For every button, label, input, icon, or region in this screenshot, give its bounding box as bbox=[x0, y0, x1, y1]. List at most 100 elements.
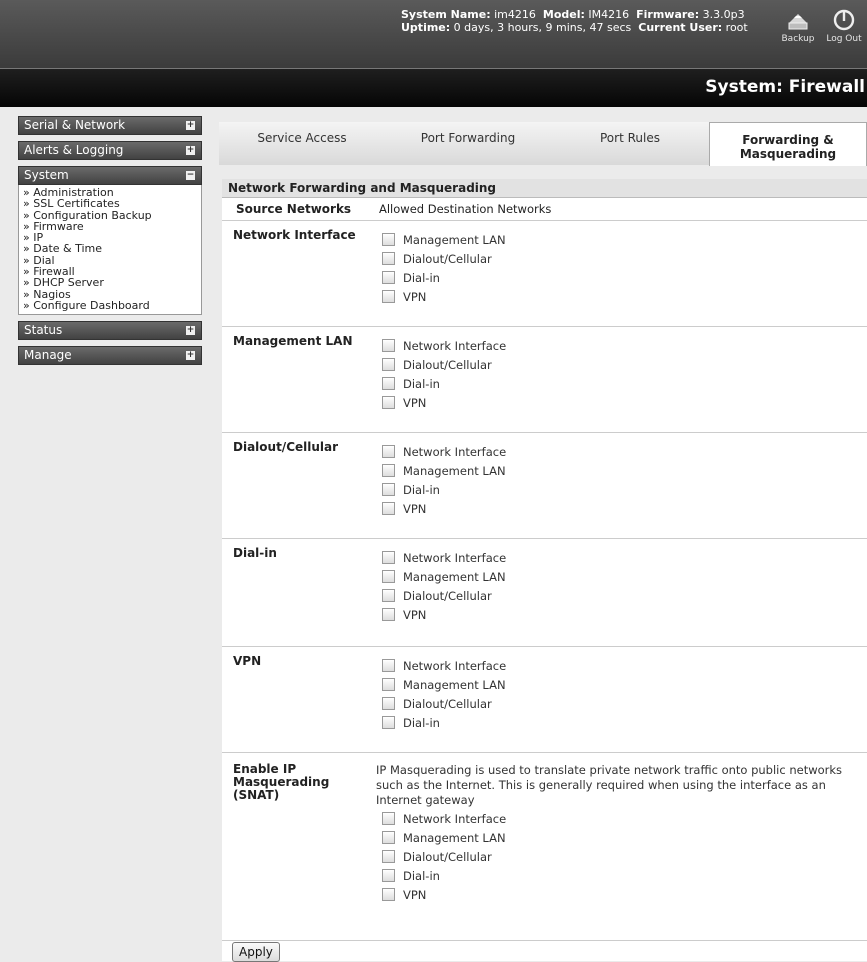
backup-icon bbox=[788, 14, 808, 30]
system-submenu: » Administration » SSL Certificates » Co… bbox=[18, 184, 202, 316]
option[interactable]: Dial-in bbox=[382, 269, 506, 288]
option[interactable]: VPN bbox=[382, 886, 846, 905]
tab-label: Service Access bbox=[257, 131, 347, 145]
option[interactable]: Dial-in bbox=[382, 375, 506, 394]
checkbox[interactable] bbox=[382, 570, 395, 583]
checkbox[interactable] bbox=[382, 678, 395, 691]
option[interactable]: Dial-in bbox=[382, 481, 506, 500]
option-label: Management LAN bbox=[403, 570, 506, 584]
tab-forwarding-masquerading[interactable]: Forwarding & Masquerading bbox=[709, 122, 867, 166]
checkbox[interactable] bbox=[382, 812, 395, 825]
option[interactable]: VPN bbox=[382, 394, 506, 413]
option[interactable]: VPN bbox=[382, 500, 506, 519]
checkbox[interactable] bbox=[382, 271, 395, 284]
option[interactable]: Dialout/Cellular bbox=[382, 587, 506, 606]
source-network-label: Management LAN bbox=[233, 334, 353, 348]
checkbox[interactable] bbox=[382, 464, 395, 477]
checkbox[interactable] bbox=[382, 659, 395, 672]
option[interactable]: VPN bbox=[382, 288, 506, 307]
option[interactable]: VPN bbox=[382, 606, 506, 625]
sidebar-item-ssl-certificates[interactable]: » SSL Certificates bbox=[23, 198, 198, 210]
destination-options: Network Interface Management LAN Dialout… bbox=[382, 657, 506, 733]
logout-button[interactable]: Log Out bbox=[823, 8, 865, 44]
option[interactable]: Network Interface bbox=[382, 443, 506, 462]
system-name-label: System Name: bbox=[401, 8, 491, 21]
model-value: IM4216 bbox=[588, 8, 630, 21]
option-label: Management LAN bbox=[403, 831, 506, 845]
checkbox[interactable] bbox=[382, 697, 395, 710]
expand-icon[interactable]: + bbox=[186, 146, 195, 155]
checkbox[interactable] bbox=[382, 850, 395, 863]
system-info: System Name: im4216 Model: IM4216 Firmwa… bbox=[401, 8, 748, 34]
option[interactable]: Dialout/Cellular bbox=[382, 695, 506, 714]
checkbox[interactable] bbox=[382, 716, 395, 729]
option-label: VPN bbox=[403, 502, 427, 516]
option[interactable]: Management LAN bbox=[382, 829, 846, 848]
option-label: Network Interface bbox=[403, 445, 507, 459]
expand-icon[interactable]: + bbox=[186, 326, 195, 336]
option[interactable]: Network Interface bbox=[382, 810, 846, 829]
option-label: Network Interface bbox=[403, 812, 507, 826]
expand-icon[interactable]: + bbox=[186, 121, 195, 130]
option[interactable]: Dialout/Cellular bbox=[382, 848, 846, 867]
tab-label: Port Rules bbox=[600, 131, 660, 145]
main-content: Network Forwarding and Masquerading Sour… bbox=[222, 179, 867, 962]
option-label: Dial-in bbox=[403, 483, 440, 497]
sidebar-item-configure-dashboard[interactable]: » Configure Dashboard bbox=[23, 300, 198, 312]
tab-port-rules[interactable]: Port Rules bbox=[551, 122, 710, 165]
current-user-label: Current User: bbox=[638, 21, 723, 34]
destination-options: Management LAN Dialout/Cellular Dial-in … bbox=[382, 231, 506, 307]
checkbox[interactable] bbox=[382, 445, 395, 458]
firmware-label: Firmware: bbox=[636, 8, 700, 21]
option[interactable]: Dialout/Cellular bbox=[382, 250, 506, 269]
option-label: Dialout/Cellular bbox=[403, 589, 492, 603]
option[interactable]: Dialout/Cellular bbox=[382, 356, 506, 375]
sidebar-item-dhcp-server[interactable]: » DHCP Server bbox=[23, 277, 198, 289]
option[interactable]: Network Interface bbox=[382, 549, 506, 568]
checkbox[interactable] bbox=[382, 502, 395, 515]
checkbox[interactable] bbox=[382, 377, 395, 390]
checkbox[interactable] bbox=[382, 290, 395, 303]
checkbox[interactable] bbox=[382, 358, 395, 371]
option[interactable]: Management LAN bbox=[382, 462, 506, 481]
option[interactable]: Management LAN bbox=[382, 676, 506, 695]
masquerading-options: IP Masquerading is used to translate pri… bbox=[376, 763, 846, 905]
column-header: Source Networks Allowed Destination Netw… bbox=[222, 198, 867, 221]
sidebar: Serial & Network + Alerts & Logging + Sy… bbox=[18, 116, 202, 371]
option-label: Management LAN bbox=[403, 678, 506, 692]
option[interactable]: Network Interface bbox=[382, 337, 506, 356]
checkbox[interactable] bbox=[382, 339, 395, 352]
checkbox[interactable] bbox=[382, 608, 395, 621]
uptime-value: 0 days, 3 hours, 9 mins, 47 secs bbox=[453, 21, 632, 34]
tab-port-forwarding[interactable]: Port Forwarding bbox=[385, 122, 552, 165]
sidebar-section-system[interactable]: System − bbox=[18, 166, 202, 185]
checkbox[interactable] bbox=[382, 483, 395, 496]
sidebar-item-firmware[interactable]: » Firmware bbox=[23, 221, 198, 233]
sidebar-section-serial-network[interactable]: Serial & Network + bbox=[18, 116, 202, 135]
checkbox[interactable] bbox=[382, 551, 395, 564]
option[interactable]: Management LAN bbox=[382, 568, 506, 587]
option[interactable]: Management LAN bbox=[382, 231, 506, 250]
tab-service-access[interactable]: Service Access bbox=[219, 122, 386, 165]
sidebar-section-alerts-logging[interactable]: Alerts & Logging + bbox=[18, 141, 202, 160]
backup-button[interactable]: Backup bbox=[778, 8, 818, 44]
sidebar-section-manage[interactable]: Manage + bbox=[18, 346, 202, 366]
checkbox[interactable] bbox=[382, 252, 395, 265]
option[interactable]: Dial-in bbox=[382, 714, 506, 733]
forwarding-row-network-interface: Network Interface Management LAN Dialout… bbox=[222, 221, 867, 327]
title-bar: System: Firewall bbox=[0, 68, 867, 107]
checkbox[interactable] bbox=[382, 589, 395, 602]
collapse-icon[interactable]: − bbox=[186, 171, 195, 180]
option[interactable]: Network Interface bbox=[382, 657, 506, 676]
apply-button[interactable]: Apply bbox=[232, 942, 280, 962]
checkbox[interactable] bbox=[382, 869, 395, 882]
checkbox[interactable] bbox=[382, 233, 395, 246]
checkbox[interactable] bbox=[382, 888, 395, 901]
masquerading-row: Enable IP Masquerading (SNAT) IP Masquer… bbox=[222, 753, 867, 941]
checkbox[interactable] bbox=[382, 831, 395, 844]
option[interactable]: Dial-in bbox=[382, 867, 846, 886]
checkbox[interactable] bbox=[382, 396, 395, 409]
sidebar-section-status[interactable]: Status + bbox=[18, 321, 202, 341]
destination-options: Network Interface Dialout/Cellular Dial-… bbox=[382, 337, 506, 413]
expand-icon[interactable]: + bbox=[186, 351, 195, 361]
